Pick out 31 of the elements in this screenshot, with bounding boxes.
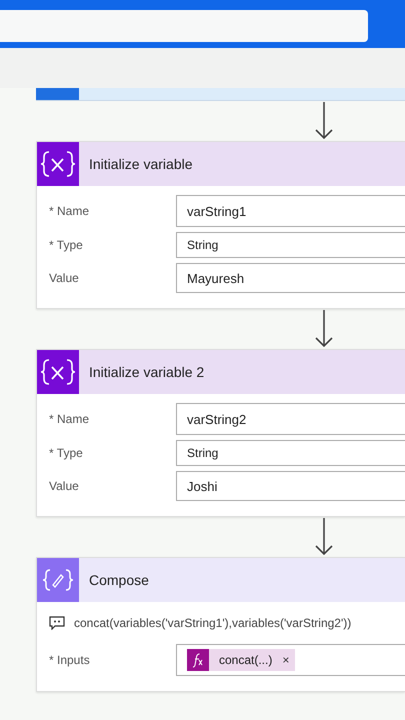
field-label: * Type <box>49 238 84 252</box>
action-icon <box>36 88 79 100</box>
card-title: Compose <box>89 572 149 588</box>
text-field[interactable]: varString2 <box>176 403 405 435</box>
expression-token[interactable]: concat(...) × <box>187 649 296 671</box>
card-header[interactable]: Compose <box>37 558 405 602</box>
card-title: Initialize variable <box>89 156 192 172</box>
field-label: Value <box>49 479 80 493</box>
field-label: * Name <box>49 204 90 218</box>
remove-button[interactable]: × <box>282 653 290 667</box>
field-label: Value <box>49 271 80 285</box>
search-field[interactable] <box>0 10 368 42</box>
card-title: Initialize variable 2 <box>89 364 204 380</box>
comment-icon <box>49 616 65 630</box>
type-dropdown[interactable]: String <box>176 232 405 258</box>
field-label: * Type <box>49 446 84 460</box>
field-label: * Name <box>49 412 90 426</box>
arrow-down-icon <box>314 518 334 556</box>
card-header[interactable]: Initialize variable 2 <box>37 350 405 394</box>
text-field[interactable]: Joshi <box>176 471 405 501</box>
card-header[interactable]: Initialize variable <box>37 142 405 186</box>
arrow-down-icon <box>314 310 334 348</box>
function-icon <box>187 649 209 671</box>
arrow-down-icon <box>314 102 334 140</box>
inputs-field[interactable]: concat(...) × <box>176 644 405 676</box>
field-label: * Inputs <box>49 653 91 667</box>
comment-text: concat(variables('varString1'),variables('varString2')) <box>74 616 352 630</box>
text-field[interactable]: Mayuresh <box>176 263 405 293</box>
action-card-header[interactable] <box>36 88 405 101</box>
type-dropdown[interactable]: String <box>176 440 405 466</box>
text-field[interactable]: varString1 <box>176 195 405 227</box>
